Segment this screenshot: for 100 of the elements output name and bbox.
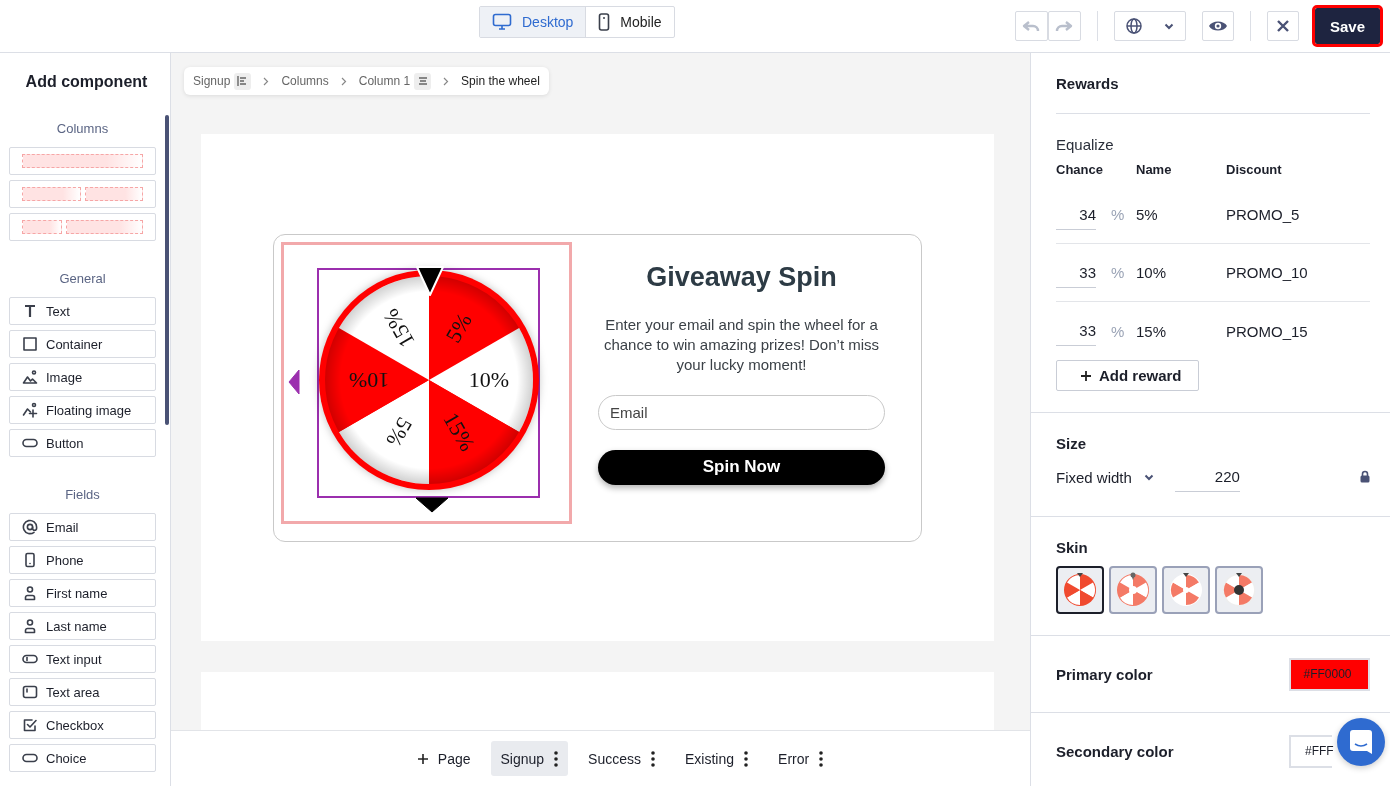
column-layout-item[interactable]: [9, 213, 156, 241]
scrollbar-thumb[interactable]: [165, 115, 169, 425]
chat-button[interactable]: [1337, 718, 1385, 766]
person-icon: [22, 585, 38, 601]
wheel-icon: [1115, 572, 1151, 608]
section-heading: Fields: [64, 487, 101, 502]
component-item[interactable]: Text area: [9, 678, 156, 706]
component-item[interactable]: Button: [9, 429, 156, 457]
page-tab[interactable]: Existing: [675, 741, 759, 776]
component-item[interactable]: Last name: [9, 612, 156, 640]
spin-button[interactable]: Spin Now: [598, 449, 885, 485]
resize-handle: [415, 496, 449, 513]
page-tab[interactable]: Success: [578, 741, 666, 776]
skin-option[interactable]: [1056, 566, 1104, 614]
component-item[interactable]: Choice: [9, 744, 156, 772]
breadcrumb-link[interactable]: Columns: [281, 74, 329, 88]
person-icon: [22, 618, 38, 634]
email-field[interactable]: Email: [598, 394, 885, 430]
section-heading: General: [58, 271, 107, 286]
column-header: Name: [1136, 162, 1173, 177]
globe-icon: [1125, 17, 1144, 35]
unit-label: %: [1111, 206, 1125, 223]
column-header: Chance: [1056, 162, 1104, 177]
device-tab[interactable]: Mobile: [586, 7, 674, 37]
color-label: Secondary color: [1056, 742, 1174, 760]
color-label: Primary color: [1056, 665, 1153, 683]
phone-icon: [22, 552, 38, 568]
discount-code: PROMO_10: [1226, 264, 1309, 281]
component-item[interactable]: First name: [9, 579, 156, 607]
component-item[interactable]: Text: [9, 297, 156, 325]
section-heading: Columns: [55, 121, 110, 136]
wheel-icon: [1221, 572, 1257, 608]
equalize-link[interactable]: Equalize: [1056, 136, 1370, 153]
discount-code: PROMO_15: [1226, 322, 1309, 340]
text-area-icon: [22, 684, 38, 700]
kebab-icon: [744, 750, 749, 767]
chevron-down-icon: [1164, 22, 1175, 30]
wheel-icon: [1168, 572, 1204, 608]
component-item[interactable]: Checkbox: [9, 711, 156, 739]
breadcrumb-link[interactable]: Column 1: [358, 74, 411, 88]
add-reward-button[interactable]: Add reward: [1056, 360, 1199, 391]
wheel-label: 10%: [348, 367, 390, 393]
component-item[interactable]: Email: [9, 513, 156, 541]
section-title: Rewards: [1056, 74, 1120, 92]
wheel-label: 5%: [440, 308, 477, 347]
save-button[interactable]: Save: [1314, 8, 1380, 44]
chance-field[interactable]: 34: [1056, 199, 1096, 230]
wheel-label: 15%: [438, 407, 481, 455]
column-header: Discount: [1226, 162, 1283, 177]
preview-button[interactable]: [1201, 11, 1234, 41]
wheel-icon: [1062, 572, 1098, 608]
phone-icon: [598, 13, 611, 31]
unit-label: %: [1111, 264, 1125, 281]
kebab-icon: [554, 750, 559, 767]
unit-label: %: [1111, 322, 1125, 340]
chevron-right-icon: [340, 76, 347, 86]
column-layout-item[interactable]: [9, 180, 156, 208]
image-icon: [22, 369, 38, 385]
square-icon: [22, 336, 38, 352]
component-item[interactable]: Container: [9, 330, 156, 358]
reward-name: 5%: [1136, 206, 1159, 223]
close-icon: [1275, 19, 1290, 33]
wheel-label: 10%: [468, 366, 510, 392]
chevron-right-icon: [443, 76, 450, 86]
wheel-label: 5%: [381, 412, 418, 451]
chevron-right-icon: [263, 76, 270, 86]
resize-handle: [288, 368, 300, 395]
section-title: Size: [1056, 434, 1087, 452]
color-swatch[interactable]: #FFF: [1289, 734, 1332, 768]
reward-name: 15%: [1136, 322, 1168, 340]
component-item[interactable]: Image: [9, 363, 156, 391]
reward-name: 10%: [1136, 264, 1168, 281]
color-swatch[interactable]: #FF0000: [1289, 657, 1370, 691]
checkbox-icon: [22, 717, 38, 733]
monitor-icon: [492, 13, 512, 31]
page-tab[interactable]: Signup: [490, 741, 569, 776]
close-button[interactable]: [1266, 11, 1299, 41]
chat-icon: [1349, 729, 1373, 755]
breadcrumb-link[interactable]: Spin the wheel: [461, 74, 540, 88]
add-page-button[interactable]: Page: [407, 741, 481, 776]
chance-field[interactable]: 33: [1056, 316, 1096, 346]
component-item[interactable]: Phone: [9, 546, 156, 574]
column-layout-item[interactable]: [9, 147, 156, 175]
plus-icon: [417, 753, 428, 764]
floating-image-icon: [22, 402, 38, 418]
discount-code: PROMO_5: [1226, 206, 1301, 223]
at-sign-icon: [22, 519, 38, 535]
section-title: Skin: [1056, 538, 1089, 556]
popup-description: Enter your email and spin the wheel for a chance to win amazing prizes! Don’t miss your lucky moment!: [602, 314, 881, 375]
skin-option[interactable]: [1215, 566, 1263, 614]
text-icon: [22, 303, 38, 319]
breadcrumb-link[interactable]: Signup: [193, 74, 231, 88]
width-mode-dropdown[interactable]: Fixed width: [1056, 468, 1154, 486]
component-item[interactable]: Text input: [9, 645, 156, 673]
language-dropdown[interactable]: [1113, 11, 1186, 41]
device-tab[interactable]: Desktop: [480, 7, 587, 37]
component-item[interactable]: Floating image: [9, 396, 156, 424]
width-field[interactable]: 220: [1174, 462, 1240, 492]
page-tab[interactable]: Error: [768, 741, 834, 776]
chance-field[interactable]: 33: [1056, 257, 1096, 288]
